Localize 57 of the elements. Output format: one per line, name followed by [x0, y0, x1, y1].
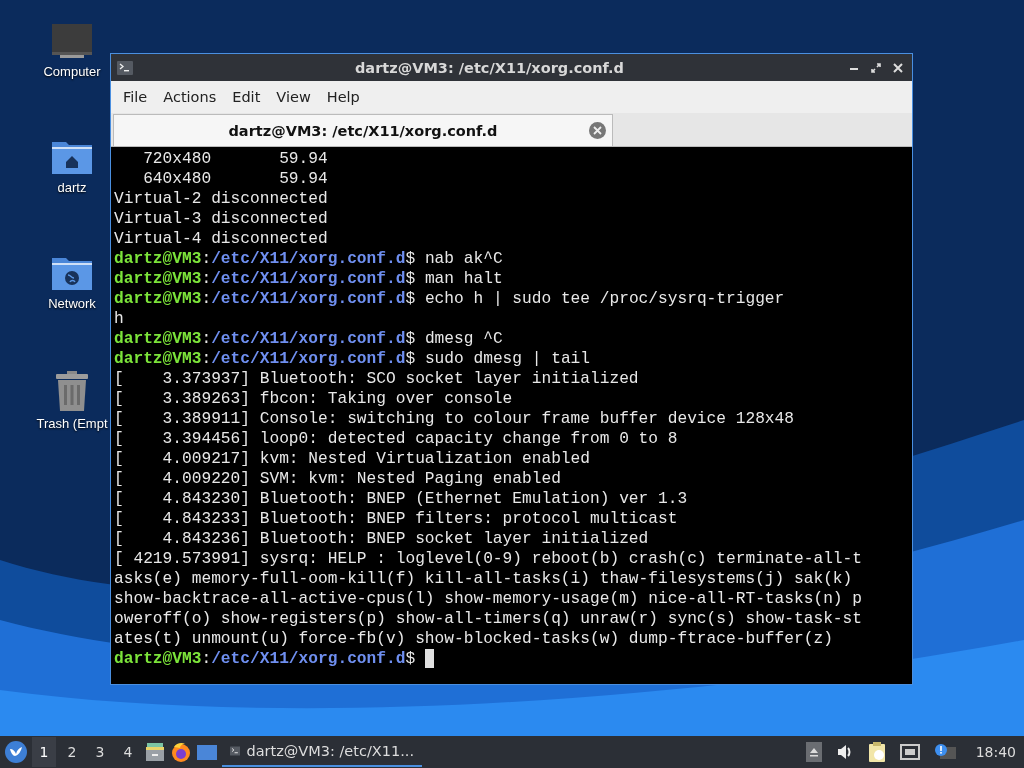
terminal-icon: [230, 744, 241, 758]
terminal-line: [ 4.843236] Bluetooth: BNEP socket layer initialized: [114, 529, 649, 549]
close-icon: [593, 126, 602, 135]
terminal-line: 640x480 59.94: [142, 169, 328, 189]
monitor-icon: [50, 22, 94, 60]
tab-label: dartz@VM3: /etc/X11/xorg.conf.d: [228, 122, 498, 139]
prompt-line: dartz@VM3:/etc/X11/xorg.conf.d$ man halt: [114, 269, 503, 289]
terminal-line: [ 4.009217] kvm: Nested Virtualization enabled: [114, 449, 590, 469]
network-wired-icon[interactable]: [899, 743, 920, 761]
terminal-line: [ 4.009220] SVM: kvm: Nested Paging enabled: [114, 469, 561, 489]
task-label: dartz@VM3: /etc/X11...: [246, 743, 414, 759]
workspace-button[interactable]: 4: [116, 737, 140, 767]
terminal-line: [ 3.394456] loop0: detected capacity change from 0 to 8: [114, 429, 678, 449]
desktop-icon-label[interactable]: Trash (Empt: [36, 416, 108, 431]
minimize-icon: [850, 67, 858, 70]
browser-icon[interactable]: [170, 741, 192, 763]
prompt-line: dartz@VM3:/etc/X11/xorg.conf.d$ sudo dmesg | tail: [114, 349, 591, 369]
eject-icon[interactable]: [805, 742, 822, 762]
terminal-line: Virtual-2 disconnected: [114, 189, 328, 209]
file-cabinet-icon[interactable]: [144, 741, 166, 763]
prompt-line: dartz@VM3:/etc/X11/xorg.conf.d$ echo h | sudo tee /proc/sysrq-trigger: [114, 289, 785, 309]
terminal-line: [ 4.843233] Bluetooth: BNEP filters: protocol multicast: [114, 509, 678, 529]
tab-close-button[interactable]: [589, 122, 606, 139]
terminal-line: h: [114, 309, 124, 329]
clipboard-icon[interactable]: [867, 741, 886, 763]
terminal-line: show-backtrace-all-active-cpus(l) show-memory-usage(m) nice-all-RT-tasks(n) p: [114, 589, 862, 609]
terminal-line: ates(t) unmount(u) force-fb(v) show-blocked-tasks(w) dump-ftrace-buffer(z): [114, 629, 833, 649]
terminal-line: 720x480 59.94: [142, 149, 328, 169]
terminal-line: [ 4219.573991] sysrq: HELP : loglevel(0-9) reboot(b) crash(c) terminate-all-t: [114, 549, 862, 569]
taskbar-task[interactable]: dartz@VM3: /etc/X11...: [222, 737, 422, 767]
terminal-line: [ 3.373937] Bluetooth: SCO socket layer initialized: [114, 369, 639, 389]
workspace-button[interactable]: 3: [88, 737, 112, 767]
terminal-line: Virtual-4 disconnected: [114, 229, 328, 249]
workspace-button[interactable]: 1: [32, 737, 56, 767]
terminal-line: Virtual-3 disconnected: [114, 209, 328, 229]
menu-item[interactable]: Edit: [224, 85, 269, 109]
workspace-button[interactable]: 2: [60, 737, 84, 767]
window-title: dartz@VM3: /etc/X11/xorg.conf.d: [354, 59, 625, 76]
menu-item[interactable]: Help: [318, 85, 368, 109]
terminal-line: [ 3.389911] Console: switching to colour frame buffer device 128x48: [114, 409, 794, 429]
prompt-line: dartz@VM3:/etc/X11/xorg.conf.d$: [114, 649, 417, 669]
desktop-icon-label[interactable]: dartz: [57, 180, 87, 195]
menu-item[interactable]: View: [268, 85, 319, 109]
desktop-icon-label[interactable]: Network: [48, 296, 96, 311]
menu-item[interactable]: File: [115, 85, 156, 109]
terminal-line: [ 3.389263] fbcon: Taking over console: [114, 389, 513, 409]
prompt-line: dartz@VM3:/etc/X11/xorg.conf.d$ nab ak^C: [114, 249, 503, 269]
terminal-line: [ 4.843230] Bluetooth: BNEP (Ethernet Emulation) ver 1.3: [114, 489, 688, 509]
prompt-line: dartz@VM3:/etc/X11/xorg.conf.d$ dmesg ^C: [114, 329, 503, 349]
terminal-line: asks(e) memory-full-oom-kill(f) kill-all-tasks(i) thaw-filesystems(j) sak(k): [114, 569, 853, 589]
clock[interactable]: 18:40: [975, 744, 1016, 760]
menu-item[interactable]: Actions: [155, 85, 225, 109]
terminal-tab[interactable]: dartz@VM3: /etc/X11/xorg.conf.d: [113, 114, 613, 146]
desktop-icon-label[interactable]: Computer: [43, 64, 101, 79]
terminal-icon: [117, 60, 133, 75]
notification-icon[interactable]: [933, 743, 956, 761]
terminal-line: oweroff(o) show-registers(p) show-all-timers(q) unraw(r) sync(s) show-task-st: [114, 609, 862, 629]
